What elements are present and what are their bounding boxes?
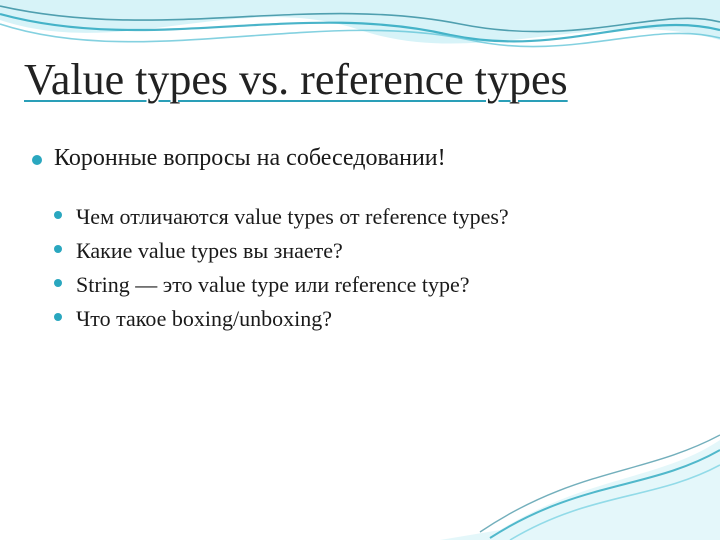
slide-title: Value types vs. reference types (24, 56, 696, 104)
bullet-level2: Что такое boxing/unboxing? (52, 302, 680, 336)
bullet-level2: String — это value type или reference ty… (52, 268, 680, 302)
bullet-level1: Коронные вопросы на собеседовании! (30, 145, 680, 172)
sub-bullet-list: Чем отличаются value types от reference … (52, 200, 680, 336)
slide-body: Коронные вопросы на собеседовании! Чем о… (30, 145, 680, 336)
bullet-level2: Какие value types вы знаете? (52, 234, 680, 268)
bullet-level2: Чем отличаются value types от reference … (52, 200, 680, 234)
footer-wave-decoration (440, 420, 720, 540)
